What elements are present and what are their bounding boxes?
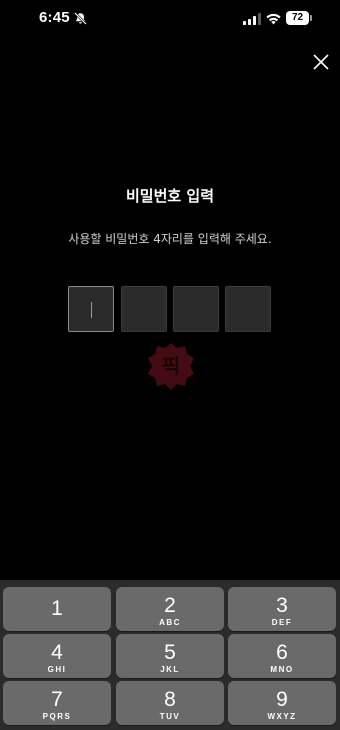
signal-icon: [243, 13, 261, 25]
key-1[interactable]: 1: [3, 587, 111, 631]
key-7[interactable]: 7 PQRS: [3, 681, 111, 725]
pin-box-4[interactable]: [225, 286, 271, 332]
key-9[interactable]: 9 WXYZ: [228, 681, 336, 725]
key-2[interactable]: 2 ABC: [116, 587, 224, 631]
key-6[interactable]: 6 MNO: [228, 634, 336, 678]
key-8[interactable]: 8 TUV: [116, 681, 224, 725]
page-subtitle: 사용할 비밀번호 4자리를 입력해 주세요.: [68, 232, 272, 246]
close-icon[interactable]: [307, 48, 335, 76]
key-3[interactable]: 3 DEF: [228, 587, 336, 631]
pin-box-1[interactable]: [68, 286, 114, 332]
key-5[interactable]: 5 JKL: [116, 634, 224, 678]
bell-off-icon: [74, 12, 87, 25]
svg-text:픽: 픽: [162, 354, 180, 378]
pin-input[interactable]: [68, 286, 273, 332]
numeric-keypad: 1 2 ABC 3 DEF 4 GHI 5 JKL 6 MNO 7 PQRS 8…: [0, 580, 340, 730]
text-cursor: [91, 302, 92, 318]
wifi-icon: [266, 13, 281, 25]
status-bar: 6:45 72: [0, 0, 340, 40]
watermark-logo: 픽: [148, 343, 194, 390]
battery-icon: 72: [286, 11, 312, 25]
pin-box-2[interactable]: [121, 286, 167, 332]
battery-level: 72: [286, 11, 309, 25]
key-4[interactable]: 4 GHI: [3, 634, 111, 678]
pin-box-3[interactable]: [173, 286, 219, 332]
status-time: 6:45: [39, 9, 70, 26]
page-title: 비밀번호 입력: [125, 187, 215, 205]
